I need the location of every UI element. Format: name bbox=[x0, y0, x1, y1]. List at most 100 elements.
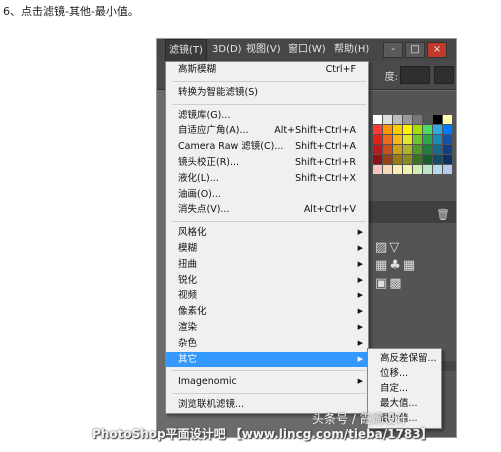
menu-3d[interactable]: 3D(D) bbox=[209, 39, 245, 61]
color-swatch[interactable] bbox=[383, 165, 392, 174]
step-instruction: 6、点击滤镜-其他-最小值。 bbox=[3, 5, 139, 18]
menu-filter[interactable]: 滤镜(T) bbox=[165, 39, 207, 63]
menu-item-label: 消失点(V)... bbox=[178, 204, 230, 216]
menu-window[interactable]: 窗口(W) bbox=[285, 39, 329, 61]
color-swatch[interactable] bbox=[423, 145, 432, 154]
color-swatch[interactable] bbox=[383, 115, 392, 124]
filter-menu-item[interactable]: 消失点(V)... Alt+Ctrl+V bbox=[166, 202, 368, 218]
filter-menu-item[interactable]: 其它 ▶ bbox=[166, 351, 368, 368]
color-swatch[interactable] bbox=[433, 115, 442, 124]
color-swatch[interactable] bbox=[393, 135, 402, 144]
filter-menu-item[interactable]: 像素化 ▶ bbox=[166, 304, 368, 320]
trash-icon[interactable]: 🗑 bbox=[436, 208, 450, 221]
menu-item-label: 像素化 bbox=[178, 306, 207, 318]
menu-item-label: 风格化 bbox=[178, 227, 207, 239]
watermark-text: PhotoShop平面设计吧 【www.lincg.com/tieba/1783… bbox=[92, 427, 433, 441]
color-swatch[interactable] bbox=[443, 135, 452, 144]
color-swatch[interactable] bbox=[373, 115, 382, 124]
color-swatch[interactable] bbox=[393, 115, 402, 124]
menu-view[interactable]: 视图(V) bbox=[243, 39, 284, 61]
color-swatch[interactable] bbox=[393, 165, 402, 174]
maximize-button[interactable]: □ bbox=[405, 42, 425, 58]
color-swatch[interactable] bbox=[383, 155, 392, 164]
color-swatch[interactable] bbox=[373, 145, 382, 154]
filter-menu-item[interactable]: 扭曲 ▶ bbox=[166, 257, 368, 273]
submenu-item[interactable]: 位移... bbox=[368, 366, 441, 381]
filter-menu-item[interactable]: 转换为智能滤镜(S) bbox=[166, 85, 368, 101]
color-swatch[interactable] bbox=[393, 155, 402, 164]
color-swatch[interactable] bbox=[433, 155, 442, 164]
filter-menu-item[interactable]: 自适应广角(A)... Alt+Shift+Ctrl+A bbox=[166, 123, 368, 139]
color-swatch[interactable] bbox=[423, 115, 432, 124]
photoshop-window: 滤镜(T) 3D(D) 视图(V) 窗口(W) 帮助(H) - □ × 度: 🗑… bbox=[156, 38, 457, 438]
menu-item-shortcut: Shift+Ctrl+A bbox=[295, 141, 356, 153]
color-swatch[interactable] bbox=[403, 115, 412, 124]
menu-item-label: 视频 bbox=[178, 290, 198, 302]
color-swatch[interactable] bbox=[403, 125, 412, 134]
color-swatch[interactable] bbox=[373, 125, 382, 134]
color-swatch[interactable] bbox=[423, 155, 432, 164]
submenu-item[interactable]: 最大值... bbox=[368, 396, 441, 411]
adjustment-icons-row-1[interactable]: ▨▽ bbox=[375, 239, 417, 257]
color-swatch[interactable] bbox=[403, 145, 412, 154]
filter-menu-item[interactable]: 模糊 ▶ bbox=[166, 241, 368, 257]
submenu-item[interactable]: 自定... bbox=[368, 381, 441, 396]
minimize-button[interactable]: - bbox=[383, 42, 403, 58]
color-swatch[interactable] bbox=[413, 125, 422, 134]
color-swatch[interactable] bbox=[443, 165, 452, 174]
close-button[interactable]: × bbox=[427, 42, 447, 58]
color-swatch[interactable] bbox=[443, 145, 452, 154]
color-swatch[interactable] bbox=[373, 155, 382, 164]
menu-help[interactable]: 帮助(H) bbox=[331, 39, 372, 61]
color-swatch[interactable] bbox=[423, 165, 432, 174]
color-swatch[interactable] bbox=[373, 165, 382, 174]
color-swatch[interactable] bbox=[413, 135, 422, 144]
color-swatch[interactable] bbox=[443, 115, 452, 124]
color-swatch[interactable] bbox=[403, 135, 412, 144]
filter-menu-item[interactable]: Camera Raw 滤镜(C)... Shift+Ctrl+A bbox=[166, 139, 368, 155]
color-swatch[interactable] bbox=[413, 165, 422, 174]
filter-menu-item[interactable]: 风格化 ▶ bbox=[166, 225, 368, 241]
color-swatch[interactable] bbox=[413, 145, 422, 154]
color-swatch[interactable] bbox=[373, 135, 382, 144]
options-input[interactable] bbox=[400, 66, 430, 84]
submenu-item[interactable]: 高反差保留... bbox=[368, 351, 441, 366]
menu-separator bbox=[172, 370, 366, 372]
color-swatch[interactable] bbox=[393, 125, 402, 134]
color-swatch[interactable] bbox=[393, 145, 402, 154]
menu-item-shortcut: Alt+Shift+Ctrl+A bbox=[274, 125, 356, 137]
menu-item-label: 杂色 bbox=[178, 337, 198, 349]
color-swatch[interactable] bbox=[433, 125, 442, 134]
filter-menu-item[interactable]: 液化(L)... Shift+Ctrl+X bbox=[166, 171, 368, 187]
color-swatch[interactable] bbox=[423, 135, 432, 144]
filter-menu-item[interactable]: 镜头校正(R)... Shift+Ctrl+R bbox=[166, 155, 368, 171]
color-swatch[interactable] bbox=[403, 165, 412, 174]
color-swatch[interactable] bbox=[433, 135, 442, 144]
color-swatch[interactable] bbox=[383, 145, 392, 154]
adjustment-icons-row-2[interactable]: ▦♣▦ bbox=[375, 257, 417, 275]
filter-menu-item[interactable]: 杂色 ▶ bbox=[166, 336, 368, 352]
filter-menu-item[interactable]: 视频 ▶ bbox=[166, 288, 368, 304]
color-swatch[interactable] bbox=[413, 115, 422, 124]
color-swatch[interactable] bbox=[413, 155, 422, 164]
color-swatch[interactable] bbox=[383, 135, 392, 144]
filter-menu-item[interactable]: 渲染 ▶ bbox=[166, 320, 368, 336]
filter-menu-item[interactable]: Imagenomic ▶ bbox=[166, 374, 368, 390]
options-dropdown[interactable] bbox=[434, 66, 454, 84]
color-swatch[interactable] bbox=[423, 125, 432, 134]
color-swatch[interactable] bbox=[433, 145, 442, 154]
color-swatch[interactable] bbox=[443, 155, 452, 164]
filter-menu-item[interactable]: 锐化 ▶ bbox=[166, 273, 368, 289]
filter-menu-item[interactable]: 高斯模糊 Ctrl+F bbox=[166, 62, 368, 78]
menu-separator bbox=[172, 103, 366, 105]
color-swatch[interactable] bbox=[383, 125, 392, 134]
color-swatch[interactable] bbox=[403, 155, 412, 164]
color-swatch[interactable] bbox=[443, 125, 452, 134]
filter-menu-item[interactable]: 滤镜库(G)... bbox=[166, 108, 368, 124]
color-swatch[interactable] bbox=[433, 165, 442, 174]
filter-menu-item[interactable]: 油画(O)... bbox=[166, 187, 368, 203]
submenu-arrow-icon: ▶ bbox=[357, 307, 363, 316]
menu-item-label: 自适应广角(A)... bbox=[178, 125, 249, 137]
menu-item-shortcut: Alt+Ctrl+V bbox=[303, 204, 356, 216]
adjustment-icons-row-3[interactable]: ▣▩ bbox=[375, 275, 417, 293]
